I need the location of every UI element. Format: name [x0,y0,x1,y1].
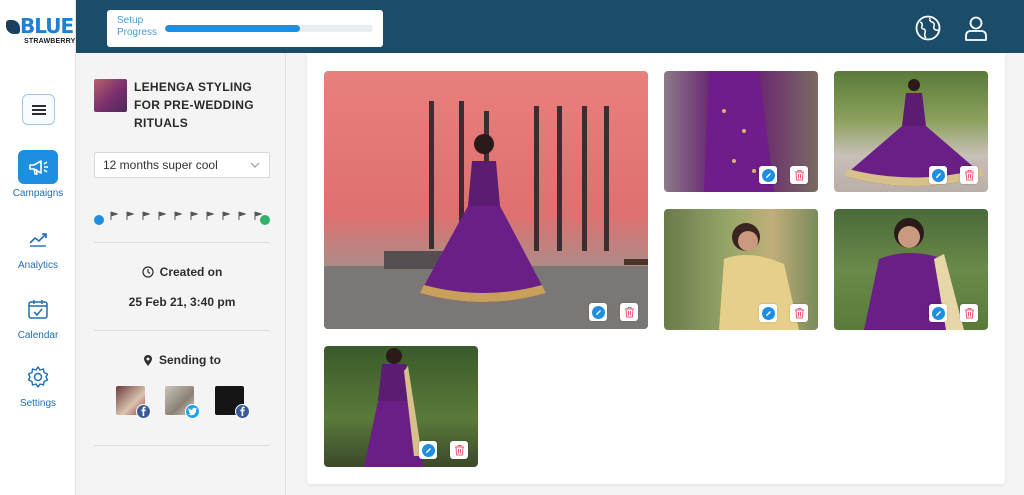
brand-sub: STRAWBERRY [24,38,76,45]
nav-item-campaigns[interactable]: Campaigns [0,150,76,199]
gallery-photo[interactable] [664,209,818,330]
sending-label: Sending to [159,353,221,367]
timeline-flag-icon [126,211,134,220]
timeline-flag-icon [174,211,182,220]
gallery-photo[interactable] [664,71,818,192]
media-gallery [307,53,1005,484]
clock-icon [142,266,154,278]
gear-icon [18,360,58,394]
photo-actions [419,441,468,459]
timeline-flag-icon [222,211,230,220]
globe-icon[interactable] [914,14,942,42]
photo-actions [759,304,808,322]
duration-select-value: 12 months super cool [103,158,218,172]
setup-progress-label: Setup Progress [117,15,158,38]
divider [94,445,270,446]
menu-toggle-button[interactable] [22,94,55,125]
facebook-icon [235,404,250,419]
pencil-icon [421,443,435,457]
gallery-photo[interactable] [834,209,988,330]
user-profile-icon[interactable] [962,14,990,42]
nav-label-analytics: Analytics [17,260,58,271]
facebook-icon [136,404,151,419]
divider [94,242,270,243]
trash-icon [794,308,804,319]
logo-mark-icon [6,20,20,34]
setup-progress-fill [165,25,301,32]
nav-item-settings[interactable]: Settings [0,360,76,409]
setup-progress[interactable]: Setup Progress [107,10,383,47]
left-nav: BLUE STRAWBERRY Campaigns Analytics Cale… [0,0,76,495]
location-pin-icon [144,354,152,366]
channel-facebook-2[interactable] [215,386,251,422]
divider [94,330,270,331]
gallery-photo[interactable] [324,71,648,329]
edit-button[interactable] [759,166,777,184]
nav-item-analytics[interactable]: Analytics [0,222,76,271]
nav-label-calendar: Calendar [17,330,59,341]
nav-item-calendar[interactable]: Calendar [0,292,76,341]
photo-actions [589,303,638,321]
created-heading: Created on [94,265,270,279]
gallery-photo[interactable] [834,71,988,192]
trash-icon [624,307,634,318]
top-bar: Setup Progress [76,0,1024,53]
delete-button[interactable] [790,304,808,322]
timeline-flag-icon [238,211,246,220]
calendar-check-icon [18,292,58,326]
timeline-flag-icon [254,211,262,220]
timeline-start-dot [94,215,104,225]
trash-icon [964,170,974,181]
nav-label-settings: Settings [19,398,57,409]
photo-art [324,101,648,329]
campaign-timeline [94,211,272,227]
campaign-title: LEHENGA STYLING FOR PRE-WEDDING RITUALS [134,80,254,130]
pencil-icon [931,306,945,320]
hamburger-icon [31,104,46,115]
timeline-flag-icon [110,211,118,220]
delete-button[interactable] [960,304,978,322]
brand-name: BLUE [20,14,74,38]
photo-actions [759,166,808,184]
edit-button[interactable] [929,166,947,184]
duration-select[interactable]: 12 months super cool [94,152,270,178]
timeline-flag-icon [206,211,214,220]
brand-logo[interactable]: BLUE STRAWBERRY [6,14,75,50]
trash-icon [794,170,804,181]
edit-button[interactable] [759,304,777,322]
channel-facebook-1[interactable] [116,386,152,422]
edit-button[interactable] [929,304,947,322]
photo-actions [929,166,978,184]
delete-button[interactable] [620,303,638,321]
created-value: 25 Feb 21, 3:40 pm [128,295,236,309]
photo-actions [929,304,978,322]
chevron-down-icon [250,162,260,168]
trend-line-icon [18,222,58,256]
delete-button[interactable] [450,441,468,459]
pencil-icon [761,306,775,320]
setup-progress-track [165,25,373,32]
delete-button[interactable] [960,166,978,184]
megaphone-icon [18,150,58,184]
sending-heading: Sending to [94,353,270,367]
nav-label-campaigns: Campaigns [12,188,64,199]
pencil-icon [931,168,945,182]
created-label: Created on [159,265,223,279]
pencil-icon [591,305,605,319]
twitter-icon [185,404,200,419]
trash-icon [964,308,974,319]
channel-twitter[interactable] [165,386,201,422]
timeline-flag-icon [158,211,166,220]
trash-icon [454,445,464,456]
gallery-photo[interactable] [324,346,478,467]
edit-button[interactable] [589,303,607,321]
edit-button[interactable] [419,441,437,459]
campaign-panel: LEHENGA STYLING FOR PRE-WEDDING RITUALS … [76,53,286,495]
pencil-icon [761,168,775,182]
delete-button[interactable] [790,166,808,184]
timeline-flag-icon [142,211,150,220]
campaign-thumbnail [94,79,127,112]
timeline-flag-icon [190,211,198,220]
